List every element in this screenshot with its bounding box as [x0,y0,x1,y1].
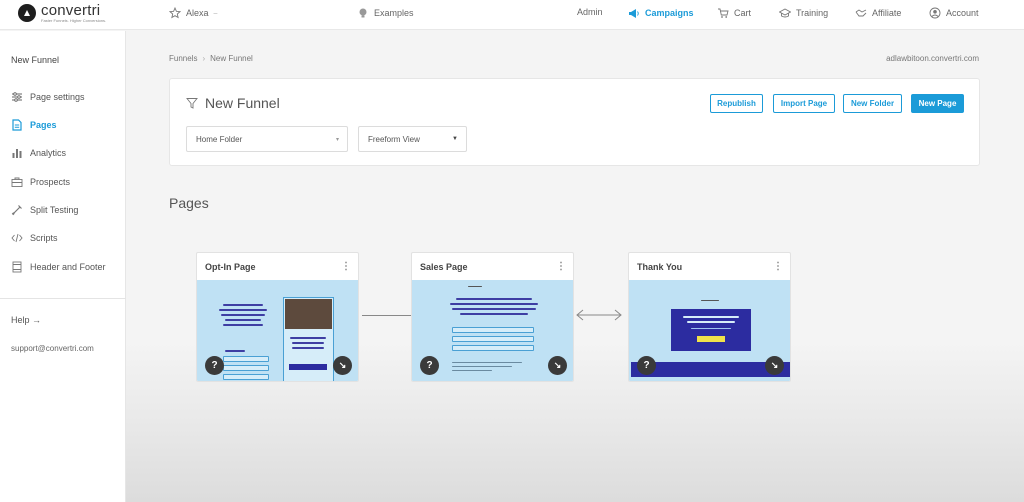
top-navbar: convertri Faster Funnels. Higher Convers… [0,0,1024,30]
thumbnail-image [285,299,332,329]
page-card-title: Sales Page [420,261,468,272]
page-card-title: Thank You [637,261,683,272]
user-menu[interactable]: Alexa – [169,7,217,19]
account-label: Account [946,8,979,18]
training-link[interactable]: Training [779,7,828,19]
sidebar-item-pages[interactable]: Pages [11,119,57,131]
sidebar: New Funnel Page settings Pages Analytics… [0,31,126,502]
star-icon [169,7,181,19]
affiliate-link[interactable]: Affiliate [855,7,901,19]
funnel-title: New Funnel [186,95,280,111]
sidebar-title: New Funnel [11,55,60,65]
user-circle-icon [929,7,941,19]
help-icon[interactable]: ? [637,356,656,375]
funnel-panel: New Funnel Republish Import Page New Fol… [169,78,980,166]
sidebar-item-prospects[interactable]: Prospects [11,176,70,188]
folder-select[interactable]: Home Folder ▾ [186,126,348,152]
megaphone-icon [629,9,639,18]
sidebar-item-header-footer[interactable]: Header and Footer [11,261,106,273]
expand-icon[interactable]: ↘ [333,356,352,375]
logo[interactable]: convertri Faster Funnels. Higher Convers… [18,3,106,23]
layout-icon [12,261,22,273]
examples-label: Examples [374,8,414,18]
sidebar-item-split-testing[interactable]: Split Testing [11,204,78,216]
folder-select-value: Home Folder [196,134,243,144]
page-card-title: Opt-In Page [205,261,256,272]
funnel-title-text: New Funnel [205,95,280,111]
page-thumbnail[interactable]: ? ↘ [629,280,790,381]
breadcrumb-funnels-link[interactable]: Funnels [169,54,197,63]
chevron-down-icon: ▼ [452,136,458,142]
sidebar-item-label: Pages [30,120,57,130]
flask-icon [11,205,22,216]
page-card-thank-you[interactable]: Thank You ⋮ ? ↘ [628,252,791,382]
handshake-icon [855,9,867,17]
support-email-link[interactable]: support@convertri.com [11,344,94,353]
campaigns-link[interactable]: Campaigns [628,7,694,19]
breadcrumb-current: New Funnel [210,54,253,63]
cart-label: Cart [734,8,752,18]
help-icon[interactable]: ? [205,356,224,375]
cart-link[interactable]: Cart [717,7,751,19]
affiliate-label: Affiliate [872,8,902,18]
user-name: Alexa [186,8,209,18]
cart-icon [718,8,729,18]
pages-heading: Pages [169,195,209,211]
bar-chart-icon [12,149,22,158]
code-icon [11,233,23,243]
help-link[interactable]: Help → [11,315,41,325]
campaigns-label: Campaigns [645,8,694,18]
connector-line [362,315,412,316]
help-icon[interactable]: ? [420,356,439,375]
breadcrumb-separator: › [202,54,206,63]
chevron-down-icon: – [213,9,218,17]
chevron-down-icon: ▾ [335,137,339,143]
account-link[interactable]: Account [929,7,979,19]
sidebar-item-scripts[interactable]: Scripts [11,232,58,244]
logo-name: convertri [41,2,101,19]
republish-button[interactable]: Republish [710,94,763,113]
examples-link[interactable]: Examples [357,7,414,19]
import-page-button[interactable]: Import Page [773,94,835,113]
view-select[interactable]: Freeform View ▼ [358,126,467,152]
expand-icon[interactable]: ↘ [548,356,567,375]
lightbulb-icon [359,8,367,18]
breadcrumb: Funnels › New Funnel [169,54,253,63]
thumbnail-cta [697,336,725,342]
page-card-opt-in[interactable]: Opt-In Page ⋮ ? ↘ [196,252,359,382]
document-icon [12,119,22,131]
funnel-icon [186,98,198,109]
page-card-sales[interactable]: Sales Page ⋮ ? ↘ [411,252,574,382]
sidebar-item-analytics[interactable]: Analytics [11,147,66,159]
sidebar-item-label: Header and Footer [30,262,106,272]
new-folder-button[interactable]: New Folder [843,94,902,113]
sliders-icon [12,92,22,102]
new-page-button[interactable]: New Page [911,94,964,113]
kebab-menu-icon[interactable]: ⋮ [773,261,783,272]
sidebar-item-label: Analytics [30,148,67,158]
sidebar-item-label: Prospects [30,177,71,187]
kebab-menu-icon[interactable]: ⋮ [556,261,566,272]
logo-mark-icon [18,4,36,22]
page-thumbnail[interactable]: ? ↘ [197,280,358,381]
bidirectional-arrow-icon [576,309,622,321]
admin-label: Admin [577,7,603,17]
expand-icon[interactable]: ↘ [765,356,784,375]
view-select-value: Freeform View [368,134,420,144]
funnel-domain[interactable]: adlawbitoon.convertri.com [886,54,979,63]
sidebar-item-label: Scripts [30,233,58,243]
admin-link[interactable]: Admin [577,7,603,17]
sidebar-item-page-settings[interactable]: Page settings [11,91,85,103]
training-label: Training [796,8,829,18]
sidebar-item-label: Split Testing [30,205,79,215]
sidebar-item-label: Page settings [30,92,85,102]
briefcase-icon [11,177,23,187]
thumbnail-cta [289,364,327,370]
logo-tagline: Faster Funnels. Higher Conversions. [41,18,107,23]
graduation-cap-icon [779,8,791,18]
sidebar-divider [0,298,126,299]
kebab-menu-icon[interactable]: ⋮ [341,261,351,272]
page-thumbnail[interactable]: ? ↘ [412,280,573,381]
